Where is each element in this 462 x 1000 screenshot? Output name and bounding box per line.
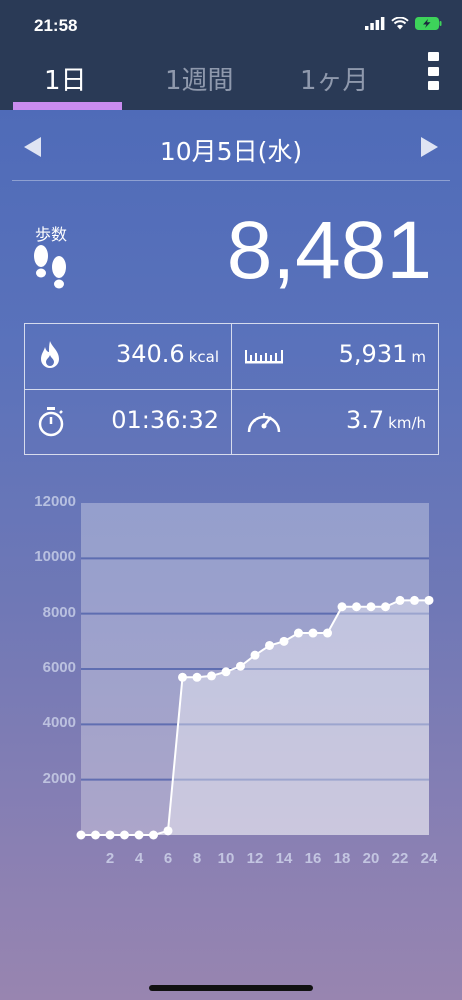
date-navigator: 10月5日(水) [0, 116, 462, 180]
active-tab-indicator [13, 102, 122, 110]
ruler-icon [245, 350, 283, 364]
wifi-icon [391, 17, 409, 30]
data-point [279, 636, 289, 646]
x-tick-label: 2 [105, 850, 115, 867]
speed-value: 3.7 [345, 406, 385, 434]
data-point [105, 830, 115, 840]
data-point [265, 640, 274, 650]
data-point [91, 830, 100, 840]
y-tick-label: 12000 [34, 493, 76, 510]
data-point [250, 650, 260, 660]
data-point [149, 830, 158, 840]
x-tick-label: 10 [217, 850, 235, 867]
x-tick-label: 18 [333, 850, 351, 867]
flame-icon [41, 341, 59, 368]
stats-grid: 340.6 kcal 5,931 m 01:36:32 3.7 km/h [24, 323, 439, 455]
data-point [395, 595, 405, 605]
data-point [294, 628, 303, 638]
tab-week[interactable]: 1週間 [165, 60, 234, 97]
data-point [178, 672, 187, 682]
tab-day[interactable]: 1日 [44, 60, 87, 97]
y-tick-label: 4000 [42, 714, 76, 732]
data-point [192, 672, 202, 682]
duration-cell: 01:36:32 [25, 390, 231, 455]
data-point [352, 602, 361, 612]
signal-icon [365, 17, 385, 30]
y-tick-label: 10000 [34, 548, 76, 566]
distance-cell: 5,931 m [232, 324, 438, 389]
data-point [366, 602, 376, 612]
data-point [134, 830, 144, 840]
x-tick-label: 4 [134, 850, 144, 867]
data-point [163, 826, 173, 836]
steps-label: 歩数 [35, 225, 68, 244]
footprints-icon [34, 245, 66, 289]
more-vertical-icon[interactable] [426, 52, 440, 90]
calories-cell: 340.6 kcal [25, 324, 231, 389]
y-tick-label: 8000 [42, 603, 76, 621]
tab-month[interactable]: 1ヶ月 [300, 60, 369, 97]
data-point [207, 671, 216, 681]
duration-value: 01:36:32 [111, 406, 219, 434]
x-tick-label: 8 [192, 850, 202, 867]
speedometer-icon [247, 413, 281, 433]
home-indicator [149, 985, 313, 991]
y-tick-label: 6000 [42, 659, 76, 676]
x-tick-label: 22 [391, 850, 409, 867]
data-point [410, 595, 419, 605]
x-tick-label: 6 [163, 850, 173, 867]
speed-cell: 3.7 km/h [232, 390, 438, 455]
data-point [120, 830, 129, 840]
calories-value: 340.6 [115, 340, 185, 368]
data-point [76, 830, 86, 840]
data-point [337, 602, 347, 612]
stopwatch-icon [38, 407, 64, 437]
date-label: 10月5日(水) [159, 137, 303, 166]
data-point [323, 628, 332, 638]
x-tick-label: 12 [246, 850, 264, 867]
distance-value: 5,931 [338, 340, 408, 368]
speed-unit: km/h [388, 414, 426, 432]
y-tick-label: 2000 [42, 769, 76, 787]
steps-count: 8,481 [226, 205, 432, 296]
data-point [236, 661, 245, 671]
x-tick-label: 20 [362, 850, 380, 867]
status-bar: 21:58 [0, 0, 462, 52]
next-day-icon[interactable] [421, 137, 438, 157]
distance-unit: m [411, 348, 426, 366]
status-time: 21:58 [34, 16, 78, 35]
steps-chart: 2000 4000 6000 8000 10000 12000 2 4 6 8 10 12 14 16 18… [0, 490, 462, 870]
divider [12, 180, 450, 181]
data-point [424, 595, 434, 605]
data-point [381, 602, 390, 612]
status-icons [365, 17, 442, 30]
calories-unit: kcal [188, 348, 219, 366]
x-tick-label: 24 [420, 850, 438, 867]
data-point [221, 667, 231, 677]
x-tick-label: 16 [304, 850, 322, 867]
battery-icon [415, 17, 442, 30]
data-point [308, 628, 318, 638]
x-tick-label: 14 [275, 850, 293, 867]
